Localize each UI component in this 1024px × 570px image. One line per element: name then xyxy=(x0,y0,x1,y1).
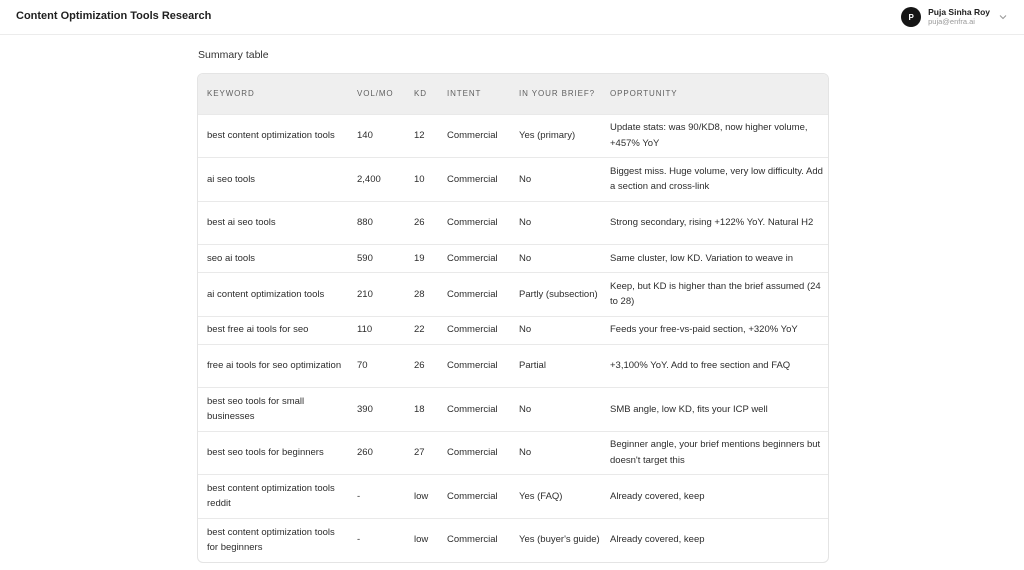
cell-keyword: ai content optimization tools xyxy=(198,272,348,316)
cell-volume: 2,400 xyxy=(348,157,405,201)
column-header-volume: VOL/MO xyxy=(348,74,405,114)
cell-kd: 10 xyxy=(405,157,438,201)
section-title: Summary table xyxy=(198,49,269,61)
cell-intent: Commercial xyxy=(438,315,510,344)
cell-volume: 210 xyxy=(348,272,405,316)
cell-volume: 110 xyxy=(348,315,405,344)
cell-opportunity: Strong secondary, rising +122% YoY. Natu… xyxy=(601,200,828,245)
cell-in-brief: No xyxy=(510,387,601,431)
cell-intent: Commercial xyxy=(438,430,510,475)
cell-keyword: free ai tools for seo optimization xyxy=(198,343,348,388)
cell-intent: Commercial xyxy=(438,343,510,388)
cell-in-brief: No xyxy=(510,430,601,475)
column-header-intent: INTENT xyxy=(438,74,510,114)
cell-kd: 28 xyxy=(405,272,438,316)
table-row: best content optimization tools reddit -… xyxy=(198,474,828,518)
cell-keyword: best free ai tools for seo xyxy=(198,315,348,344)
cell-in-brief: Partial xyxy=(510,343,601,388)
cell-opportunity: +3,100% YoY. Add to free section and FAQ xyxy=(601,343,828,388)
cell-kd: low xyxy=(405,474,438,518)
cell-keyword: best content optimization tools reddit xyxy=(198,474,348,518)
cell-in-brief: No xyxy=(510,157,601,201)
cell-kd: 18 xyxy=(405,387,438,431)
table-row: ai content optimization tools 210 28 Com… xyxy=(198,272,828,316)
cell-in-brief: Yes (FAQ) xyxy=(510,474,601,518)
cell-opportunity: Biggest miss. Huge volume, very low diff… xyxy=(601,157,828,201)
cell-kd: 26 xyxy=(405,343,438,388)
cell-in-brief: Yes (primary) xyxy=(510,113,601,158)
cell-keyword: ai seo tools xyxy=(198,157,348,201)
cell-opportunity: Keep, but KD is higher than the brief as… xyxy=(601,272,828,316)
cell-intent: Commercial xyxy=(438,157,510,201)
table-row: best seo tools for beginners 260 27 Comm… xyxy=(198,430,828,475)
table-row: best content optimization tools for begi… xyxy=(198,517,828,562)
cell-opportunity: Beginner angle, your brief mentions begi… xyxy=(601,430,828,475)
cell-volume: - xyxy=(348,474,405,518)
cell-volume: 590 xyxy=(348,244,405,273)
column-header-kd: KD xyxy=(405,74,438,114)
cell-kd: 27 xyxy=(405,430,438,475)
cell-opportunity: Same cluster, low KD. Variation to weave… xyxy=(601,244,828,273)
cell-opportunity: Already covered, keep xyxy=(601,517,828,562)
avatar: P xyxy=(901,7,922,27)
cell-kd: 12 xyxy=(405,113,438,158)
cell-intent: Commercial xyxy=(438,387,510,431)
cell-kd: 19 xyxy=(405,244,438,273)
column-header-opportunity: OPPORTUNITY xyxy=(601,74,828,114)
cell-in-brief: No xyxy=(510,315,601,344)
table-row: seo ai tools 590 19 Commercial No Same c… xyxy=(198,244,828,273)
cell-opportunity: Feeds your free-vs-paid section, +320% Y… xyxy=(601,315,828,344)
chevron-down-icon xyxy=(999,15,1007,20)
cell-keyword: best content optimization tools xyxy=(198,113,348,158)
cell-intent: Commercial xyxy=(438,272,510,316)
column-header-in-brief: IN YOUR BRIEF? xyxy=(510,74,601,114)
cell-kd: low xyxy=(405,517,438,562)
page-title: Content Optimization Tools Research xyxy=(16,10,212,22)
table-row: ai seo tools 2,400 10 Commercial No Bigg… xyxy=(198,157,828,201)
summary-table: KEYWORD VOL/MO KD INTENT IN YOUR BRIEF? … xyxy=(197,73,829,563)
cell-opportunity: SMB angle, low KD, fits your ICP well xyxy=(601,387,828,431)
user-name: Puja Sinha Roy xyxy=(928,7,990,17)
cell-intent: Commercial xyxy=(438,113,510,158)
cell-in-brief: No xyxy=(510,200,601,245)
cell-intent: Commercial xyxy=(438,200,510,245)
cell-in-brief: Partly (subsection) xyxy=(510,272,601,316)
column-header-keyword: KEYWORD xyxy=(198,74,348,114)
user-email: puja@enfra.ai xyxy=(928,17,975,26)
table-row: best content optimization tools 140 12 C… xyxy=(198,113,828,158)
cell-keyword: best seo tools for beginners xyxy=(198,430,348,475)
cell-keyword: best ai seo tools xyxy=(198,200,348,245)
cell-intent: Commercial xyxy=(438,474,510,518)
cell-volume: 260 xyxy=(348,430,405,475)
cell-kd: 22 xyxy=(405,315,438,344)
cell-intent: Commercial xyxy=(438,244,510,273)
table-row: best seo tools for small businesses 390 … xyxy=(198,387,828,431)
cell-keyword: best seo tools for small businesses xyxy=(198,387,348,431)
cell-keyword: seo ai tools xyxy=(198,244,348,273)
cell-volume: 140 xyxy=(348,113,405,158)
cell-opportunity: Update stats: was 90/KD8, now higher vol… xyxy=(601,113,828,158)
cell-volume: - xyxy=(348,517,405,562)
user-info: Puja Sinha Roy puja@enfra.ai xyxy=(928,7,990,27)
cell-in-brief: Yes (buyer's guide) xyxy=(510,517,601,562)
table-header-row: KEYWORD VOL/MO KD INTENT IN YOUR BRIEF? … xyxy=(198,74,828,114)
table-row: free ai tools for seo optimization 70 26… xyxy=(198,343,828,388)
cell-volume: 70 xyxy=(348,343,405,388)
user-menu[interactable]: P Puja Sinha Roy puja@enfra.ai xyxy=(901,6,1008,28)
table-row: best free ai tools for seo 110 22 Commer… xyxy=(198,315,828,344)
table-row: best ai seo tools 880 26 Commercial No S… xyxy=(198,200,828,245)
cell-keyword: best content optimization tools for begi… xyxy=(198,517,348,562)
cell-in-brief: No xyxy=(510,244,601,273)
top-bar: Content Optimization Tools Research P Pu… xyxy=(0,0,1024,35)
cell-volume: 880 xyxy=(348,200,405,245)
cell-kd: 26 xyxy=(405,200,438,245)
cell-opportunity: Already covered, keep xyxy=(601,474,828,518)
cell-volume: 390 xyxy=(348,387,405,431)
cell-intent: Commercial xyxy=(438,517,510,562)
